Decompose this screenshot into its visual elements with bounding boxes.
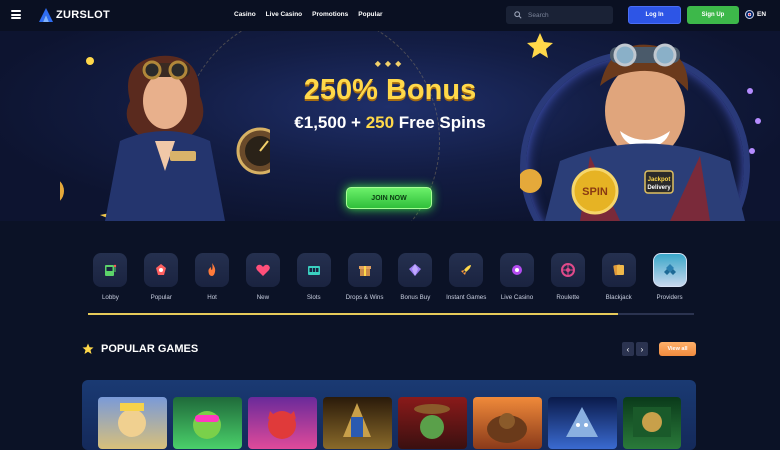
category-slots[interactable]: Slots (288, 253, 339, 315)
providers-icon (663, 264, 676, 275)
bonus-buy-icon (409, 264, 422, 276)
game-tile[interactable] (248, 397, 317, 449)
plus-sign: + (351, 113, 361, 132)
category-label: Roulette (556, 294, 580, 301)
spins-count: 250 (365, 113, 395, 132)
view-all-button[interactable]: View all (659, 342, 696, 356)
logo[interactable]: ZURSLOT (38, 7, 110, 23)
popular-games-heading: POPULAR GAMES (82, 343, 198, 355)
nav-casino[interactable]: Casino (234, 11, 256, 18)
search-input[interactable] (528, 11, 608, 19)
nav-live-casino[interactable]: Live Casino (266, 11, 302, 18)
category-label: Lobby (101, 294, 119, 301)
game-thumbnail (566, 407, 598, 437)
game-thumbnail (268, 411, 296, 439)
category-label: Popular (150, 294, 172, 301)
popular-games-title: POPULAR GAMES (101, 343, 199, 355)
game-tile[interactable] (323, 397, 392, 449)
prev-arrow-icon[interactable]: ‹ (622, 342, 634, 356)
game-tile[interactable] (623, 397, 681, 449)
promo-text-block: ◆◆◆ 250% Bonus €1,500 + 250 Free Spins (260, 59, 520, 133)
category-popular[interactable]: Popular (136, 253, 187, 315)
category-label: New (256, 294, 270, 301)
gift-icon (358, 266, 371, 276)
star-icon (82, 343, 94, 354)
category-bonus-buy[interactable]: Bonus Buy (390, 253, 441, 315)
logo-text: ZURSLOT (56, 9, 111, 21)
bonus-spins-line: €1,500 + 250 Free Spins (260, 113, 520, 133)
category-bar: Lobby Popular Hot New Slots Drops & Wins… (85, 253, 695, 315)
category-hot[interactable]: Hot (187, 253, 238, 315)
svg-text:SPIN: SPIN (582, 186, 608, 198)
popular-games-list (98, 397, 681, 449)
category-label: Slots (306, 294, 321, 301)
rocket-icon (461, 265, 472, 275)
pilot-woman-illustration (60, 55, 270, 221)
category-label: Drops & Wins (345, 294, 384, 301)
hamburger-menu-icon[interactable] (11, 10, 21, 19)
search-box[interactable] (506, 6, 613, 24)
category-label: Blackjack (605, 294, 632, 301)
login-button[interactable]: Log In (628, 6, 681, 24)
diamond-divider-icon: ◆◆◆ (374, 59, 406, 68)
nav-promotions[interactable]: Promotions (312, 11, 348, 18)
bonus-headline: 250% Bonus (303, 74, 477, 106)
game-thumbnail (414, 404, 450, 439)
category-providers[interactable]: Providers (644, 253, 695, 315)
roulette-icon (560, 263, 575, 277)
slots-icon (307, 266, 320, 275)
spins-text: Free Spins (398, 113, 486, 132)
nav-popular[interactable]: Popular (358, 11, 382, 18)
game-tile[interactable] (98, 397, 167, 449)
next-arrow-icon[interactable]: › (636, 342, 648, 356)
popular-carousel-arrows: ‹ › (622, 342, 648, 356)
join-now-button[interactable]: JOIN NOW (346, 187, 432, 209)
heart-icon (256, 264, 270, 276)
category-lobby[interactable]: Lobby (85, 253, 136, 315)
promo-banner[interactable]: SPIN Jackpot Delivery ◆◆◆ 250% Bonus €1,… (0, 31, 780, 221)
bonus-amount: €1,500 (294, 113, 347, 132)
category-roulette[interactable]: Roulette (542, 253, 593, 315)
popular-icon (156, 264, 167, 275)
category-scrollbar-thumb[interactable] (88, 313, 618, 315)
svg-text:Jackpot: Jackpot (648, 177, 671, 183)
slot-machine-icon (105, 264, 117, 276)
game-thumbnail (193, 411, 221, 439)
category-scrollbar[interactable] (88, 313, 694, 315)
category-label: Bonus Buy (400, 294, 431, 301)
uk-flag-icon (745, 10, 754, 19)
category-live-casino[interactable]: Live Casino (492, 253, 543, 315)
game-thumbnail (118, 403, 146, 437)
main-nav: Casino Live Casino Promotions Popular (234, 11, 382, 18)
category-label: Instant Games (446, 294, 487, 301)
category-instant-games[interactable]: Instant Games (441, 253, 492, 315)
search-icon (514, 11, 522, 19)
category-label: Providers (656, 294, 683, 301)
game-tile[interactable] (173, 397, 242, 449)
category-label: Live Casino (500, 294, 534, 301)
category-label: Hot (207, 294, 217, 301)
game-thumbnail (343, 403, 371, 437)
game-tile[interactable] (548, 397, 617, 449)
live-casino-icon (512, 265, 523, 275)
pilot-man-illustration: SPIN Jackpot Delivery (520, 33, 761, 221)
game-thumbnail (487, 413, 527, 443)
svg-text:Delivery: Delivery (647, 185, 671, 191)
signup-button[interactable]: Sign Up (687, 6, 739, 24)
top-header: ZURSLOT Casino Live Casino Promotions Po… (0, 0, 780, 31)
category-blackjack[interactable]: Blackjack (593, 253, 644, 315)
game-tile[interactable] (473, 397, 542, 449)
language-label: EN (757, 11, 767, 18)
logo-icon (38, 7, 54, 23)
cards-icon (613, 264, 624, 276)
language-selector[interactable]: EN (745, 10, 766, 19)
game-tile[interactable] (398, 397, 467, 449)
fire-icon (208, 263, 216, 276)
category-new[interactable]: New (237, 253, 288, 315)
game-thumbnail (633, 407, 671, 437)
category-drops-wins[interactable]: Drops & Wins (339, 253, 390, 315)
